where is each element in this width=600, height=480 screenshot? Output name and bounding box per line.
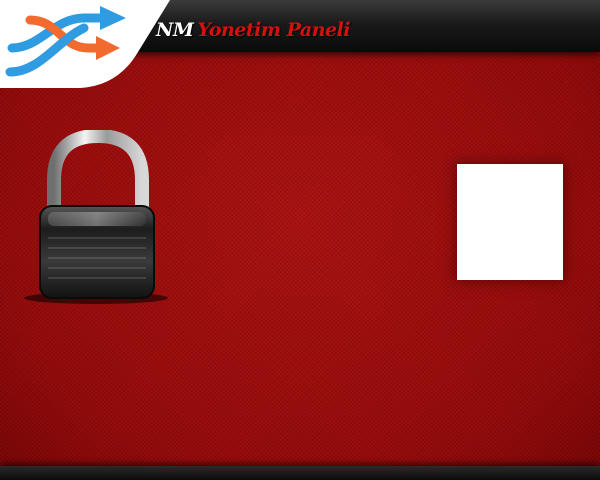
panel-title: NM Yonetim Paneli (156, 19, 351, 41)
logo-panel (0, 0, 170, 88)
login-box[interactable] (457, 164, 563, 280)
footer-bar (0, 466, 600, 480)
title-text: Yonetim Paneli (197, 19, 351, 41)
padlock-icon (18, 128, 178, 310)
title-brand: NM (156, 19, 194, 41)
